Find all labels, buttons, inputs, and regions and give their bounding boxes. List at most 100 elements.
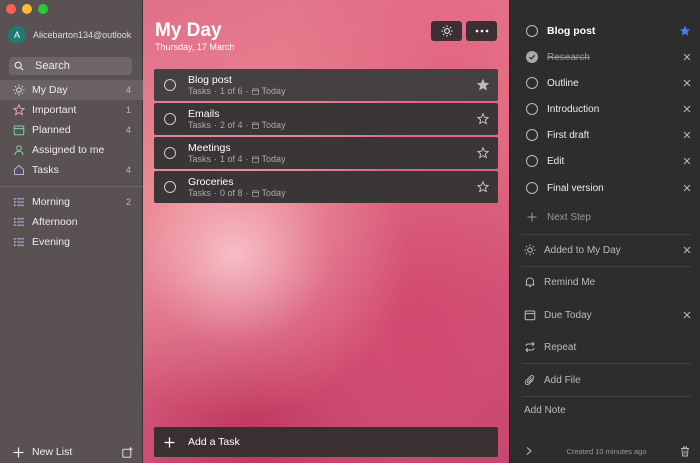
task-complete-toggle[interactable]	[164, 147, 176, 159]
task-row[interactable]: Emails Tasks · 2 of 4 · Today	[154, 103, 498, 135]
task-title: Groceries	[188, 175, 234, 188]
step-item[interactable]: First draft	[510, 122, 700, 148]
minimize-window-button[interactable]	[22, 4, 32, 14]
star-icon[interactable]	[477, 147, 489, 159]
add-file-row[interactable]: Add File	[522, 369, 691, 391]
task-body: Blog post Tasks · 1 of 6 · Today	[188, 74, 477, 97]
close-icon[interactable]	[683, 311, 691, 319]
task-body: Emails Tasks · 2 of 4 · Today	[188, 108, 477, 131]
trash-icon[interactable]	[680, 446, 690, 457]
step-item[interactable]: Outline	[510, 70, 700, 96]
task-meta: Tasks · 1 of 4 · Today	[188, 153, 286, 164]
avatar: A	[8, 26, 26, 44]
step-label: Introduction	[547, 103, 600, 115]
detail-task-title[interactable]: Blog post	[547, 25, 679, 37]
search-icon	[14, 61, 24, 71]
close-icon[interactable]	[683, 131, 691, 139]
task-row[interactable]: Groceries Tasks · 0 of 8 · Today	[154, 171, 498, 203]
sidebar-item-afternoon[interactable]: Afternoon	[0, 212, 143, 232]
task-complete-toggle[interactable]	[164, 79, 176, 91]
calendar-icon	[524, 310, 536, 321]
plus-icon	[527, 212, 537, 222]
close-icon[interactable]	[683, 105, 691, 113]
new-list-button[interactable]: New List	[13, 445, 133, 459]
step-checked-toggle[interactable]	[526, 51, 538, 63]
window-controls	[6, 4, 48, 14]
step-item[interactable]: Final version	[510, 175, 700, 201]
sidebar-item-my-day[interactable]: My Day 4	[0, 80, 143, 100]
added-to-my-day-row[interactable]: Added to My Day	[522, 239, 691, 261]
sidebar-item-morning[interactable]: Morning 2	[0, 192, 143, 212]
task-list-name: Tasks	[188, 119, 212, 130]
sidebar-item-evening[interactable]: Evening	[0, 232, 143, 252]
star-filled-icon[interactable]	[477, 79, 489, 91]
step-label: Edit	[547, 155, 565, 167]
sidebar-item-tasks[interactable]: Tasks 4	[0, 160, 143, 180]
sidebar-item-label: Tasks	[32, 164, 59, 176]
divider	[522, 234, 691, 235]
close-icon[interactable]	[683, 246, 691, 254]
sidebar-item-label: Evening	[32, 236, 70, 248]
star-icon[interactable]	[477, 113, 489, 125]
account-header[interactable]: A Alicebarton134@outlook	[8, 26, 138, 44]
task-meta: Tasks · 2 of 4 · Today	[188, 119, 286, 130]
step-toggle[interactable]	[526, 129, 538, 141]
added-to-my-day-label: Added to My Day	[544, 244, 621, 256]
close-window-button[interactable]	[6, 4, 16, 14]
sidebar-item-label: Morning	[32, 196, 70, 208]
chevron-right-icon[interactable]	[525, 446, 533, 456]
task-list: Blog post Tasks · 1 of 6 · Today Emails Ta…	[154, 69, 498, 205]
main-panel: My Day Thursday, 17 March Blog post Task…	[143, 0, 509, 463]
task-row[interactable]: Meetings Tasks · 1 of 4 · Today	[154, 137, 498, 169]
star-icon[interactable]	[477, 181, 489, 193]
divider	[522, 266, 691, 267]
star-icon	[13, 104, 25, 116]
repeat-row[interactable]: Repeat	[522, 336, 691, 358]
detail-task-header[interactable]: Blog post	[510, 18, 700, 44]
close-icon[interactable]	[683, 157, 691, 165]
next-step-input[interactable]: Next Step	[510, 204, 700, 230]
step-item[interactable]: Introduction	[510, 96, 700, 122]
sidebar-item-assigned[interactable]: Assigned to me	[0, 140, 143, 160]
sidebar-item-label: Assigned to me	[32, 144, 105, 156]
add-task-input[interactable]: Add a Task	[154, 427, 498, 457]
remind-me-row[interactable]: Remind Me	[522, 271, 691, 293]
due-date-row[interactable]: Due Today	[522, 304, 691, 326]
step-toggle[interactable]	[526, 182, 538, 194]
suggestions-button[interactable]	[431, 21, 462, 41]
step-toggle[interactable]	[526, 77, 538, 89]
step-toggle[interactable]	[526, 103, 538, 115]
add-file-label: Add File	[544, 374, 581, 386]
task-complete-toggle[interactable]	[526, 25, 538, 37]
zoom-window-button[interactable]	[38, 4, 48, 14]
calendar-icon	[251, 156, 259, 163]
sidebar-item-important[interactable]: Important 1	[0, 100, 143, 120]
step-label: Outline	[547, 77, 579, 89]
task-title: Emails	[188, 107, 220, 120]
account-email: Alicebarton134@outlook	[33, 30, 132, 40]
task-list-name: Tasks	[188, 153, 212, 164]
new-group-icon[interactable]	[122, 446, 133, 458]
list-icon	[13, 216, 25, 228]
step-item[interactable]: Edit	[510, 148, 700, 174]
search-input[interactable]: Search	[9, 57, 132, 75]
step-item[interactable]: Research	[510, 44, 700, 70]
more-options-button[interactable]	[466, 21, 497, 41]
task-complete-toggle[interactable]	[164, 113, 176, 125]
add-note-input[interactable]: Add Note	[524, 405, 566, 416]
step-toggle[interactable]	[526, 155, 538, 167]
star-filled-icon[interactable]	[679, 25, 691, 37]
close-icon[interactable]	[683, 184, 691, 192]
task-title: Blog post	[188, 73, 232, 86]
task-progress: 2 of 4	[220, 119, 243, 130]
page-date: Thursday, 17 March	[155, 42, 235, 52]
person-icon	[13, 144, 25, 156]
task-row[interactable]: Blog post Tasks · 1 of 6 · Today	[154, 69, 498, 101]
new-list-label: New List	[32, 446, 73, 458]
sidebar-item-count: 1	[125, 105, 131, 115]
close-icon[interactable]	[683, 79, 691, 87]
task-due: Today	[261, 85, 286, 96]
sidebar-item-planned[interactable]: Planned 4	[0, 120, 143, 140]
close-icon[interactable]	[683, 53, 691, 61]
task-complete-toggle[interactable]	[164, 181, 176, 193]
